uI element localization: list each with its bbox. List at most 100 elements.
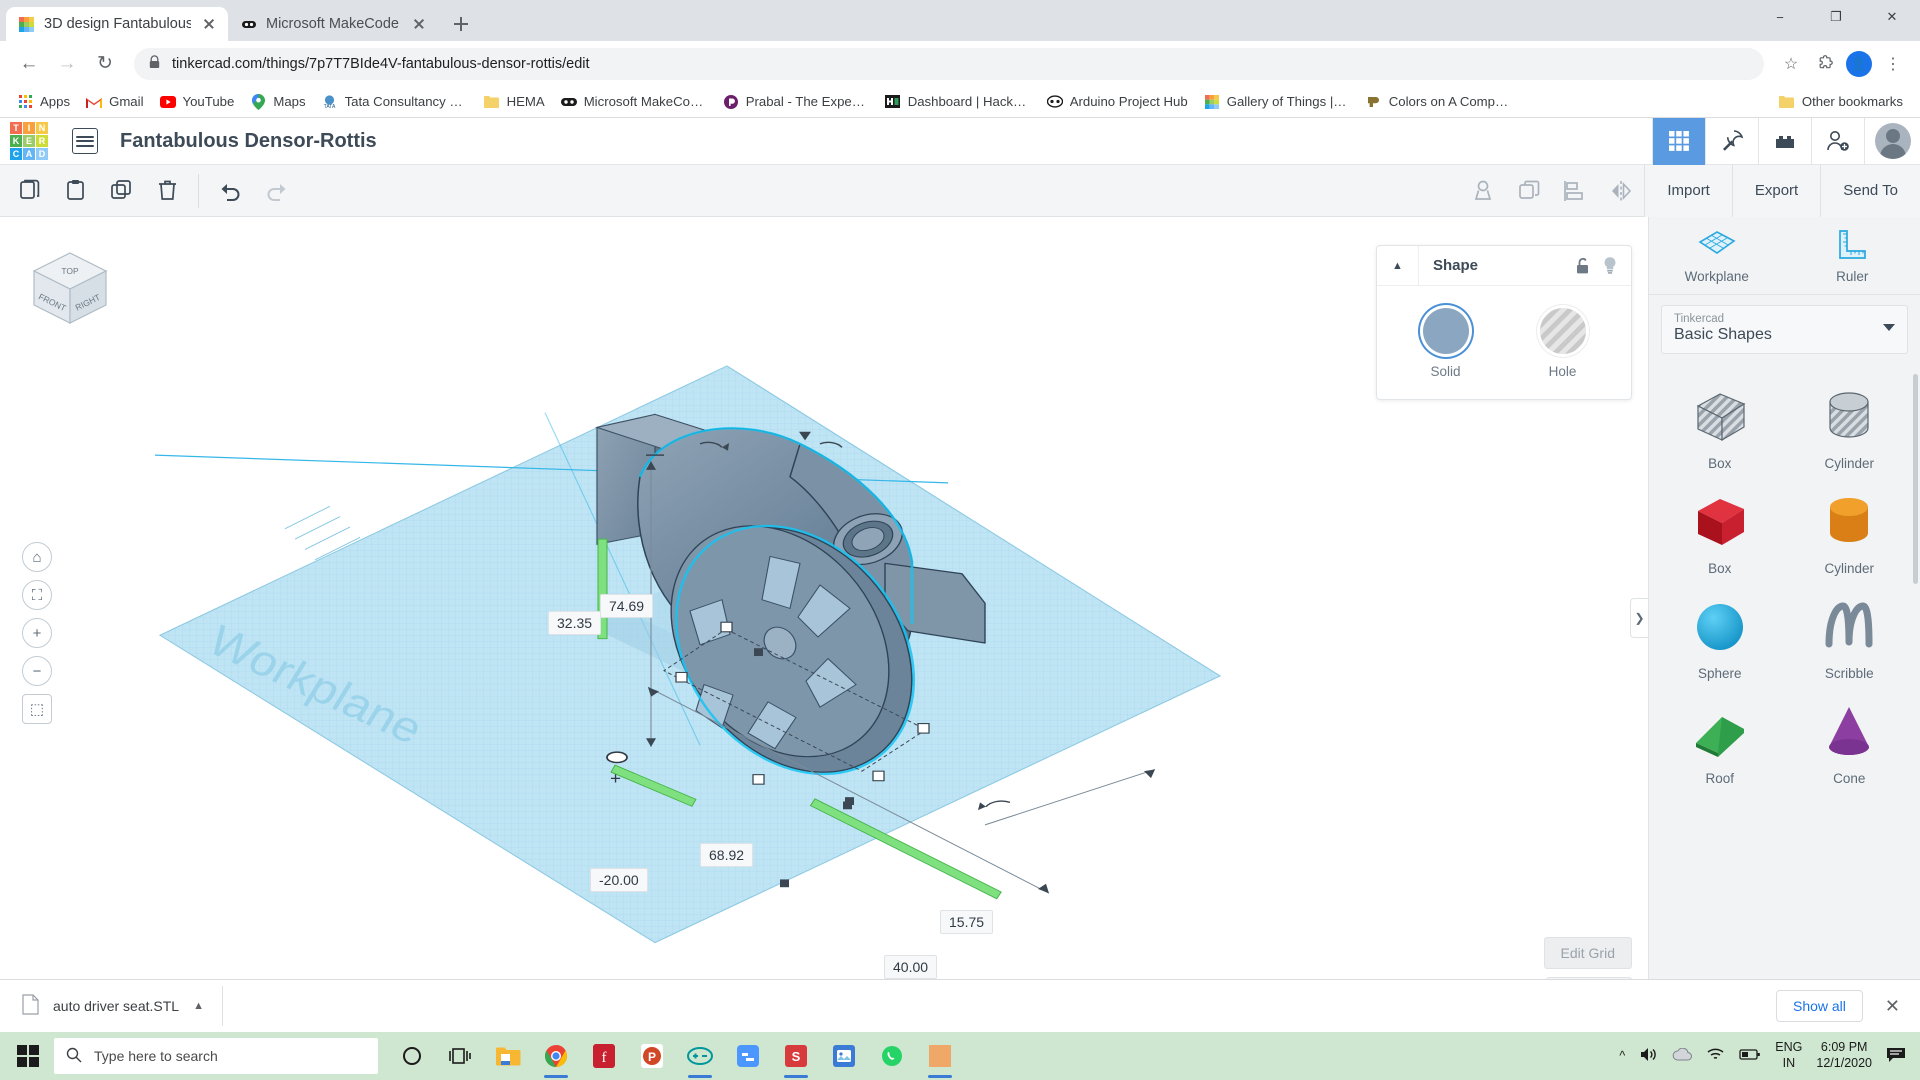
bookmark-gallery-of-things[interactable]: Gallery of Things | T... — [1197, 90, 1357, 114]
three-dot-menu-icon[interactable]: ⋮ — [1878, 49, 1908, 79]
shape-cylinder-orange[interactable]: Cylinder — [1785, 475, 1915, 580]
copy-button[interactable] — [6, 171, 52, 211]
puzzle-icon[interactable] — [1810, 49, 1840, 79]
snap-grid-select[interactable]: 5.0 mm ▲ — [1546, 977, 1632, 979]
depth-dimension[interactable]: 40.00 — [884, 955, 938, 979]
tinkercad-logo-icon[interactable]: TIN KER CAD — [10, 122, 48, 160]
bookmark-apps[interactable]: Apps — [10, 90, 77, 114]
view-cube[interactable]: TOP FRONT RIGHT — [28, 247, 112, 331]
address-bar[interactable]: tinkercad.com/things/7p7T7BIde4V-fantabu… — [134, 47, 1764, 80]
cloud-icon[interactable] — [1672, 1047, 1693, 1065]
language-indicator[interactable]: ENG IN — [1775, 1040, 1802, 1071]
length-dimension[interactable]: 68.92 — [700, 843, 754, 867]
speaker-icon[interactable] — [1639, 1046, 1658, 1066]
send-to-button[interactable]: Send To — [1820, 164, 1920, 217]
bookmark-makecode[interactable]: Microsoft MakeCod... — [554, 90, 714, 114]
x-offset-dimension[interactable]: -20.00 — [590, 868, 648, 892]
project-list-icon[interactable] — [72, 128, 98, 154]
fit-all-button[interactable]: ⛶ — [22, 580, 52, 610]
browser-tab-inactive[interactable]: Microsoft MakeCode for micro:bi — [228, 7, 438, 41]
notifications-icon[interactable] — [1886, 1046, 1906, 1066]
redo-button[interactable] — [253, 171, 299, 211]
group-button[interactable] — [1460, 171, 1506, 211]
close-tab-icon[interactable] — [200, 15, 218, 33]
bookmark-tcs[interactable]: TATA Tata Consultancy Se... — [315, 90, 475, 114]
delete-button[interactable] — [144, 171, 190, 211]
back-button[interactable]: ← — [12, 47, 46, 81]
import-button[interactable]: Import — [1644, 164, 1732, 217]
export-button[interactable]: Export — [1731, 164, 1821, 217]
clock[interactable]: 6:09 PM 12/1/2020 — [1816, 1040, 1872, 1071]
bookmark-arduino[interactable]: Arduino Project Hub — [1040, 90, 1195, 114]
shape-sphere[interactable]: Sphere — [1655, 580, 1785, 685]
mirror-button[interactable] — [1598, 171, 1644, 211]
hole-swatch[interactable]: Hole — [1539, 308, 1586, 379]
chevron-up-icon[interactable]: ^ — [1619, 1049, 1625, 1063]
snipping-tool-icon[interactable]: S — [772, 1032, 820, 1080]
solid-swatch[interactable]: Solid — [1422, 308, 1469, 379]
search-input[interactable]: Type here to search — [54, 1038, 378, 1074]
chevron-up-icon[interactable]: ▲ — [193, 1000, 204, 1012]
chevron-right-icon[interactable]: ❯ — [1630, 598, 1648, 638]
forward-button[interactable]: → — [50, 47, 84, 81]
browser-tab-active[interactable]: 3D design Fantabulous Densor-R — [6, 7, 228, 41]
shape-cylinder-hole[interactable]: Cylinder — [1785, 370, 1915, 475]
close-tab-icon[interactable] — [410, 15, 428, 33]
other-bookmarks-folder[interactable]: Other bookmarks — [1772, 90, 1910, 114]
align-button[interactable] — [1552, 171, 1598, 211]
whatsapp-icon[interactable] — [868, 1032, 916, 1080]
workplane-tool[interactable]: Workplane — [1649, 217, 1785, 294]
invite-people-icon[interactable] — [1811, 117, 1864, 165]
bookmark-youtube[interactable]: YouTube — [153, 90, 242, 114]
design-canvas[interactable]: Workplane + TOP FRONT RIGHT ⌂ ⛶ + − ⬚ 74… — [0, 217, 1648, 979]
edit-grid-button[interactable]: Edit Grid — [1543, 937, 1632, 969]
show-all-button[interactable]: Show all — [1775, 990, 1863, 1022]
download-item[interactable]: auto driver seat.STL ▲ — [14, 986, 223, 1026]
adobe-acrobat-icon[interactable]: f — [580, 1032, 628, 1080]
zoom-out-button[interactable]: − — [22, 656, 52, 686]
photos-icon[interactable] — [820, 1032, 868, 1080]
bookmark-prabal[interactable]: Prabal - The Experi... — [716, 90, 876, 114]
ruler-tool[interactable]: Ruler — [1785, 217, 1920, 294]
ortho-perspective-button[interactable]: ⬚ — [22, 694, 52, 724]
undo-button[interactable] — [207, 171, 253, 211]
shape-grid[interactable]: Box Cylinder Box Cylinder Sphere Scribbl… — [1649, 364, 1920, 979]
bookmark-star-icon[interactable]: ☆ — [1776, 49, 1806, 79]
new-tab-button[interactable] — [446, 9, 476, 39]
close-window-button[interactable]: ✕ — [1864, 0, 1920, 34]
bookmark-hema[interactable]: HEMA — [477, 90, 552, 114]
shape-scribble[interactable]: Scribble — [1785, 580, 1915, 685]
windows-start-icon[interactable] — [4, 1032, 52, 1080]
ungroup-button[interactable] — [1506, 171, 1552, 211]
minimize-button[interactable]: − — [1752, 0, 1808, 34]
profile-icon[interactable]: 👤 — [1844, 49, 1874, 79]
codeblocks-icon[interactable] — [1705, 117, 1758, 165]
bookmark-gmail[interactable]: Gmail — [79, 90, 150, 114]
home-view-button[interactable]: ⌂ — [22, 542, 52, 572]
shape-library-select[interactable]: Tinkercad Basic Shapes — [1661, 305, 1908, 354]
avatar[interactable] — [1864, 117, 1920, 165]
bookmark-colors-on-a-computer[interactable]: Colors on A Compu... — [1359, 90, 1519, 114]
height-dimension[interactable]: 74.69 — [600, 594, 654, 618]
arduino-ide-icon[interactable] — [676, 1032, 724, 1080]
z-offset-dimension[interactable]: 32.35 — [548, 611, 602, 635]
duplicate-button[interactable] — [98, 171, 144, 211]
task-view-icon[interactable] — [436, 1032, 484, 1080]
zoom-in-button[interactable]: + — [22, 618, 52, 648]
close-icon[interactable]: ✕ — [1879, 996, 1906, 1017]
blocks-icon[interactable] — [1758, 117, 1811, 165]
scratch-icon[interactable] — [724, 1032, 772, 1080]
battery-icon[interactable] — [1739, 1048, 1761, 1064]
active-window-icon[interactable] — [916, 1032, 964, 1080]
file-explorer-icon[interactable] — [484, 1032, 532, 1080]
design-grid-icon[interactable] — [1652, 117, 1705, 165]
powerpoint-icon[interactable]: P — [628, 1032, 676, 1080]
bookmark-hackster[interactable]: Dashboard | Hacker... — [878, 90, 1038, 114]
cortana-icon[interactable] — [388, 1032, 436, 1080]
lightbulb-icon[interactable] — [1599, 246, 1631, 286]
shape-grid-scrollbar[interactable] — [1913, 374, 1918, 584]
bookmark-maps[interactable]: Maps — [243, 90, 312, 114]
shape-roof[interactable]: Roof — [1655, 685, 1785, 790]
width-dimension[interactable]: 15.75 — [940, 910, 994, 934]
reload-button[interactable]: ↻ — [88, 47, 122, 81]
